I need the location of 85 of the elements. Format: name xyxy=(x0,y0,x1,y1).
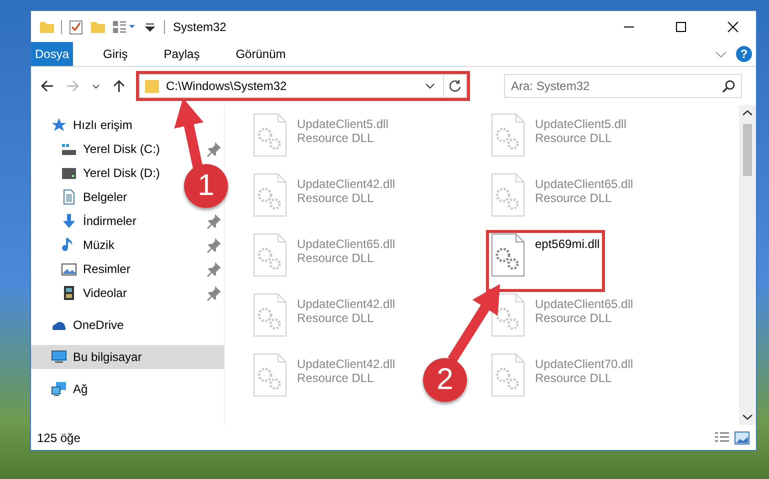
file-name: UpdateClient5.dll xyxy=(297,117,388,131)
file-item[interactable]: UpdateClient5.dll Resource DLL xyxy=(249,111,392,171)
file-type: Resource DLL xyxy=(535,191,613,205)
file-menu-tab[interactable]: Dosya xyxy=(31,42,74,66)
pin-icon[interactable] xyxy=(206,141,222,157)
file-item[interactable]: UpdateClient5.dll Resource DLL xyxy=(487,111,630,171)
nav-item-icon xyxy=(61,213,77,229)
file-type: Resource DLL xyxy=(297,191,375,205)
nav-item-icon xyxy=(51,381,67,397)
nav-item[interactable]: Bu bilgisayar xyxy=(31,345,224,369)
file-item[interactable]: UpdateClient42.dll Resource DLL xyxy=(249,351,400,411)
properties-icon[interactable] xyxy=(68,18,84,34)
pin-icon[interactable] xyxy=(206,285,222,301)
file-type: Resource DLL xyxy=(297,251,375,265)
help-button[interactable]: ? xyxy=(736,46,752,62)
file-item[interactable]: UpdateClient42.dll Resource DLL xyxy=(249,171,400,231)
file-type: Resource DLL xyxy=(297,131,375,145)
nav-item[interactable]: Hızlı erişim xyxy=(31,113,134,137)
view-icon[interactable] xyxy=(112,18,136,34)
gear-file-icon xyxy=(491,173,525,217)
gear-file-icon xyxy=(491,113,525,157)
pin-icon[interactable] xyxy=(206,237,222,253)
nav-item-icon xyxy=(51,349,67,365)
nav-item[interactable]: Yerel Disk (C:) xyxy=(31,137,224,161)
nav-item-icon xyxy=(61,165,77,181)
scroll-thumb[interactable] xyxy=(743,124,752,176)
up-icon[interactable] xyxy=(111,78,127,94)
file-name: UpdateClient42.dll xyxy=(297,297,396,311)
nav-item-icon xyxy=(61,285,77,301)
close-icon xyxy=(727,20,739,32)
pin-icon[interactable] xyxy=(206,213,222,229)
pin-icon[interactable] xyxy=(206,261,222,277)
file-item[interactable]: UpdateClient70.dll Resource DLL xyxy=(487,351,638,411)
nav-item-icon xyxy=(51,117,67,133)
search-field[interactable]: Ara: System32 xyxy=(504,74,742,98)
nav-item[interactable]: Belgeler xyxy=(31,185,152,209)
file-name: UpdateClient42.dll xyxy=(297,177,396,191)
file-name: UpdateClient70.dll xyxy=(535,357,634,371)
maximize-icon xyxy=(675,20,687,32)
window-title: System32 xyxy=(173,20,226,34)
nav-item[interactable]: Müzik xyxy=(31,233,224,257)
refresh-icon xyxy=(448,79,462,93)
ribbon-tab[interactable]: Görünüm xyxy=(218,42,304,66)
nav-item[interactable]: Resimler xyxy=(31,257,224,281)
nav-item-icon xyxy=(61,261,77,277)
nav-item[interactable]: Yerel Disk (D:) xyxy=(31,161,184,185)
folder-icon xyxy=(144,78,160,94)
arrow-annotation xyxy=(174,98,204,169)
ribbon-tab[interactable]: Paylaş xyxy=(146,42,218,66)
nav-item[interactable]: Ağ xyxy=(31,377,90,401)
file-type: Resource DLL xyxy=(297,311,375,325)
back-icon[interactable] xyxy=(39,78,55,94)
file-name: UpdateClient5.dll xyxy=(535,117,626,131)
file-type: Resource DLL xyxy=(535,131,613,145)
file-item[interactable]: UpdateClient65.dll Resource DLL xyxy=(487,171,638,231)
nav-item[interactable]: OneDrive xyxy=(31,313,126,337)
file-item[interactable]: UpdateClient42.dll Resource DLL xyxy=(249,291,400,351)
details-view-icon[interactable] xyxy=(714,430,730,444)
gear-file-icon xyxy=(491,233,525,277)
ribbon-tab[interactable]: Giriş xyxy=(85,42,146,66)
large-icons-view-icon[interactable] xyxy=(734,430,750,444)
file-name: UpdateClient65.dll xyxy=(535,177,634,191)
search-icon[interactable] xyxy=(722,79,736,93)
gear-file-icon xyxy=(253,113,287,157)
nav-item-icon xyxy=(61,141,77,157)
file-type: Resource DLL xyxy=(535,311,613,325)
gear-file-icon xyxy=(253,173,287,217)
gear-file-icon xyxy=(253,233,287,277)
address-bar[interactable]: C:\Windows\System32 xyxy=(139,74,467,98)
file-name: ept569mi.dll xyxy=(535,237,600,251)
item-count: 125 öğe xyxy=(37,430,80,444)
nav-item-icon xyxy=(61,189,77,205)
file-name: UpdateClient65.dll xyxy=(297,237,396,251)
nav-item[interactable]: İndirmeler xyxy=(31,209,224,233)
file-type: Resource DLL xyxy=(297,371,375,385)
file-name: UpdateClient42.dll xyxy=(297,357,396,371)
nav-item[interactable]: Videolar xyxy=(31,281,224,305)
file-name: UpdateClient65.dll xyxy=(535,297,634,311)
gear-file-icon xyxy=(491,353,525,397)
file-type: Resource DLL xyxy=(535,371,613,385)
gear-file-icon xyxy=(253,293,287,337)
scrollbar[interactable] xyxy=(739,105,756,425)
gear-file-icon xyxy=(253,353,287,397)
file-item[interactable]: UpdateClient65.dll Resource DLL xyxy=(249,231,400,291)
file-item[interactable]: ept569mi.dll xyxy=(487,231,604,291)
